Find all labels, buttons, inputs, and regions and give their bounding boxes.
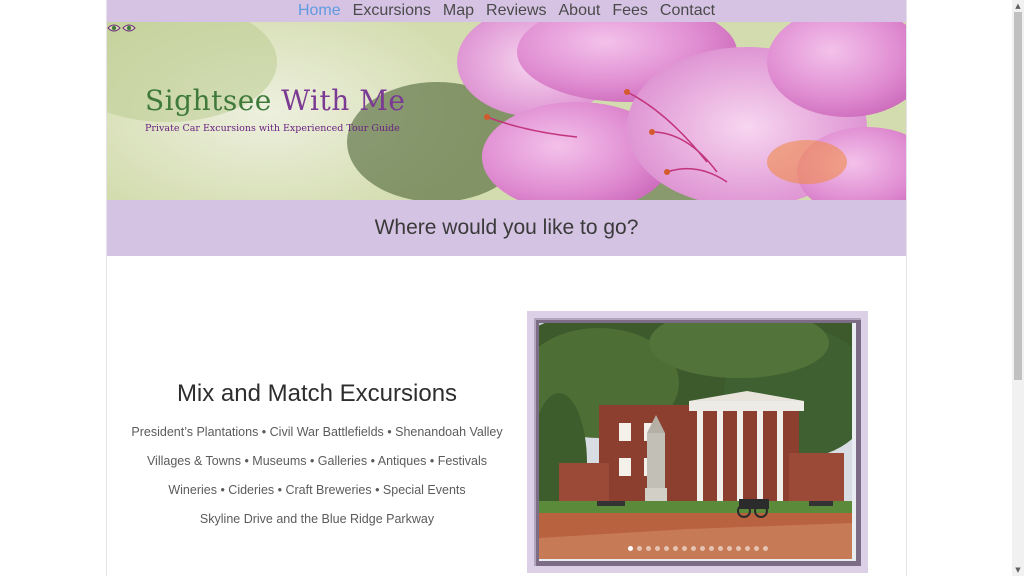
site-title[interactable]: Sightsee With Me [145,84,405,117]
slide-dot[interactable] [735,546,741,551]
nav-contact[interactable]: Contact [654,0,721,22]
excursion-line: Villages & Towns • Museums • Galleries •… [146,454,488,468]
hero-header: Sightsee With Me Private Car Excursions … [107,22,906,200]
excursion-line: Skyline Drive and the Blue Ridge Parkway [199,512,435,526]
scroll-up-arrow-icon[interactable]: ▲ [1012,0,1024,12]
slideshow-frame [527,311,868,573]
scroll-down-arrow-icon[interactable]: ▼ [1012,564,1024,576]
page-scrollbar[interactable]: ▲ ▼ [1012,0,1024,576]
slide-dot[interactable] [753,546,759,551]
excursion-line: President’s Plantations • Civil War Batt… [131,425,503,439]
eyes-logo-icon [107,24,136,32]
main-nav: Home Excursions Map Reviews About Fees C… [107,0,906,22]
slide-dot[interactable] [681,546,687,551]
section-heading: Mix and Match Excursions [176,379,458,407]
site-title-part2: With Me [281,84,406,117]
slide-dot[interactable] [663,546,669,551]
slide-dot[interactable] [690,546,696,551]
site-title-part1: Sightsee [145,84,272,117]
nav-about[interactable]: About [553,0,607,22]
slide-dot[interactable] [645,546,651,551]
page-container: Home Excursions Map Reviews About Fees C… [106,0,907,576]
courthouse-photo-image [539,323,856,559]
slide-dot[interactable] [672,546,678,551]
slide-dot[interactable] [744,546,750,551]
slide-dot[interactable] [708,546,714,551]
nav-home[interactable]: Home [292,0,347,22]
slide-dot[interactable] [627,546,633,551]
slide-dot[interactable] [726,546,732,551]
slideshow-dots [539,546,856,551]
excursion-list: President’s Plantations • Civil War Batt… [107,421,527,537]
nav-reviews[interactable]: Reviews [480,0,552,22]
slide-dot[interactable] [654,546,660,551]
slideshow-border [534,318,861,566]
nav-fees[interactable]: Fees [606,0,654,22]
site-tagline: Private Car Excursions with Experienced … [145,123,400,134]
destination-banner: Where would you like to go? [107,200,906,256]
slideshow-photo[interactable] [539,323,856,561]
slide-dot[interactable] [636,546,642,551]
nav-excursions[interactable]: Excursions [347,0,437,22]
slide-dot[interactable] [717,546,723,551]
nav-map[interactable]: Map [437,0,480,22]
slide-dot[interactable] [762,546,768,551]
excursion-line: Wineries • Cideries • Craft Breweries • … [168,483,466,497]
slide-dot[interactable] [699,546,705,551]
banner-text: Where would you like to go? [374,216,639,239]
scroll-thumb[interactable] [1014,12,1022,380]
